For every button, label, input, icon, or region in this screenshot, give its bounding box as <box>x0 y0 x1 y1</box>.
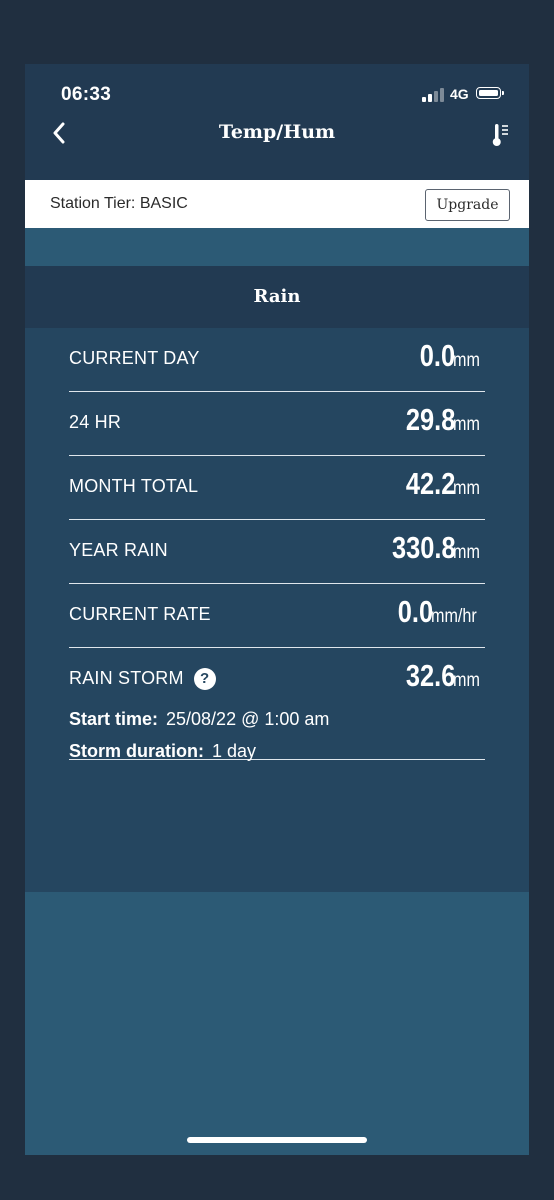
divider-strip <box>25 228 529 266</box>
station-tier-text: Station Tier: BASIC <box>50 195 188 212</box>
storm-duration-label: Storm duration: <box>69 741 204 761</box>
start-time-value: 25/08/22 @ 1:00 am <box>166 709 330 729</box>
value-unit: mm <box>453 414 481 435</box>
value-unit: mm <box>453 350 481 371</box>
row-value: 42.2mm <box>395 466 485 502</box>
rain-row-month-total: MONTH TOTAL 42.2mm <box>69 456 485 520</box>
rain-row-current-rate: CURRENT RATE 0.0mm/hr <box>69 584 485 648</box>
value-number: 42.2 <box>405 466 456 501</box>
value-number: 32.6 <box>405 658 456 693</box>
home-indicator[interactable] <box>187 1137 367 1143</box>
storm-start-time: Start time: 25/08/22 @ 1:00 am <box>69 709 329 730</box>
rain-row-24hr: 24 HR 29.8mm <box>69 392 485 456</box>
value-number: 29.8 <box>405 402 456 437</box>
start-time-label: Start time: <box>69 709 159 729</box>
rain-storm-label: RAIN STORM <box>69 668 184 688</box>
upgrade-button[interactable]: Upgrade <box>425 189 510 221</box>
network-type: 4G <box>450 86 469 102</box>
rain-row-current-day: CURRENT DAY 0.0mm <box>69 328 485 392</box>
storm-duration: Storm duration: 1 day <box>69 741 256 762</box>
row-label: 24 HR <box>69 412 122 432</box>
rain-storm-row: RAIN STORM? 32.6mm Start time: 25/08/22 @… <box>69 648 485 762</box>
section-title: Rain <box>253 286 301 307</box>
top-bar: 06:33 4G Temp/Hum <box>25 64 529 180</box>
value-number: 0.0 <box>397 594 434 629</box>
help-icon[interactable]: ? <box>193 668 216 690</box>
rain-panel: CURRENT DAY 0.0mm 24 HR 29.8mm MONTH TOT… <box>25 328 529 892</box>
value-unit: mm <box>453 478 481 499</box>
value-unit: mm/hr <box>431 606 477 627</box>
row-label: MONTH TOTAL <box>69 476 199 496</box>
row-label: YEAR RAIN <box>69 540 168 560</box>
section-header: Rain <box>25 266 529 328</box>
value-unit: mm <box>453 542 481 563</box>
value-unit: mm <box>453 670 481 691</box>
thermometer-button[interactable] <box>491 122 513 148</box>
row-label: CURRENT RATE <box>69 604 211 624</box>
signal-icon <box>422 88 444 102</box>
row-value: 0.0mm/hr <box>390 594 485 630</box>
rain-row-year-rain: YEAR RAIN 330.8mm <box>69 520 485 584</box>
row-label: RAIN STORM? <box>69 668 216 690</box>
storm-duration-value: 1 day <box>212 741 257 761</box>
thermometer-list-icon <box>492 124 508 146</box>
app-screen: 06:33 4G Temp/Hum Station Tier: BASIC Up… <box>25 64 529 1155</box>
status-time: 06:33 <box>61 84 112 105</box>
station-tier-bar: Station Tier: BASIC Upgrade <box>25 180 529 228</box>
row-value: 330.8mm <box>378 530 485 566</box>
row-value: 32.6mm <box>395 658 485 694</box>
page-title: Temp/Hum <box>218 121 336 143</box>
row-label: CURRENT DAY <box>69 348 200 368</box>
value-number: 0.0 <box>419 338 456 373</box>
battery-icon <box>476 87 504 99</box>
row-value: 29.8mm <box>395 402 485 438</box>
value-number: 330.8 <box>391 530 456 565</box>
row-value: 0.0mm <box>412 338 485 374</box>
